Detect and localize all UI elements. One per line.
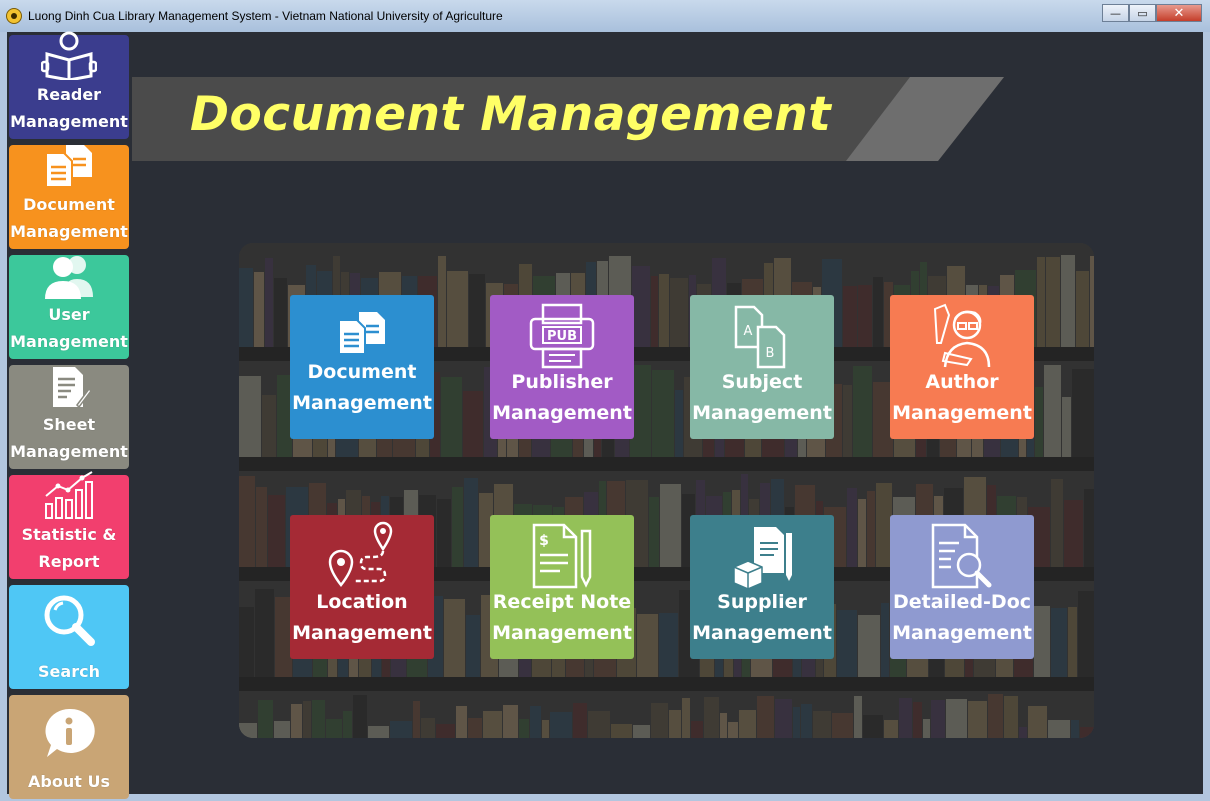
minimize-button[interactable]: — [1102,4,1129,22]
tile-label: Detailed-Doc Management [892,591,1032,644]
svg-text:PUB: PUB [547,329,577,344]
svg-text:A: A [744,324,753,339]
tile-author-management[interactable]: Author Management [890,295,1034,439]
sidebar-item-document[interactable]: Document Management [9,145,129,249]
sheet-icon [39,365,99,409]
tile-detailed-doc-management[interactable]: Detailed-Doc Management [890,515,1034,659]
sidebar-item-label: Sheet Management [10,415,128,461]
sidebar-item-label: Reader Management [10,85,128,131]
sidebar-item-label: Statistic & Report [21,525,117,571]
page-banner: Document Management [132,77,1004,161]
receipt-icon: $ [527,521,597,591]
maximize-button[interactable]: ▭ [1129,4,1156,22]
sidebar-item-search[interactable]: Search [9,585,129,689]
supplier-icon [727,521,797,591]
page-title: Document Management [190,87,832,142]
svg-text:$: $ [539,533,549,549]
tile-publisher-management[interactable]: PUB Publisher Management [490,295,634,439]
svg-text:B: B [766,346,775,361]
tile-label: Subject Management [692,371,832,424]
search-icon [39,592,99,648]
info-icon [39,706,99,762]
sidebar-item-label: Search [38,662,100,681]
document-icon [39,143,99,189]
sidebar-item-label: Document Management [10,195,128,241]
tile-label: Supplier Management [692,591,832,644]
tile-supplier-management[interactable]: Supplier Management [690,515,834,659]
sidebar-item-label: User Management [10,305,128,351]
users-icon [39,253,99,299]
sidebar-item-reader[interactable]: Reader Management [9,31,129,139]
chart-icon [39,471,99,519]
tile-label: Location Management [292,591,432,644]
reader-icon [39,31,99,80]
tile-document-management[interactable]: Document Management [290,295,434,439]
close-button[interactable]: ✕ [1156,4,1202,22]
sidebar-item-sheet[interactable]: Sheet Management [9,365,129,469]
author-icon [927,301,997,371]
app-icon [6,8,22,24]
sidebar-item-statistic[interactable]: Statistic & Report [9,471,129,579]
window-title: Luong Dinh Cua Library Management System… [28,9,503,23]
tile-label: Receipt Note Management [492,591,632,644]
tile-subject-management[interactable]: A B Subject Management [690,295,834,439]
window-titlebar: Luong Dinh Cua Library Management System… [0,0,1210,32]
publisher-icon: PUB [527,301,597,371]
sidebar-item-about[interactable]: About Us [9,695,129,799]
window-controls: — ▭ ✕ [1102,4,1202,22]
location-icon [327,521,397,591]
detailed-doc-icon [927,521,997,591]
tile-label: Publisher Management [492,371,632,424]
tile-location-management[interactable]: Location Management [290,515,434,659]
sidebar-item-user[interactable]: User Management [9,255,129,359]
tile-receipt-note-management[interactable]: $ Receipt Note Management [490,515,634,659]
tile-label: Document Management [292,361,432,414]
tile-label: Author Management [892,371,1032,424]
document-icon [327,305,397,361]
sidebar-item-label: About Us [28,772,110,791]
subject-icon: A B [727,301,797,371]
module-panel: Document Management PUB Publisher Manage… [239,243,1094,738]
